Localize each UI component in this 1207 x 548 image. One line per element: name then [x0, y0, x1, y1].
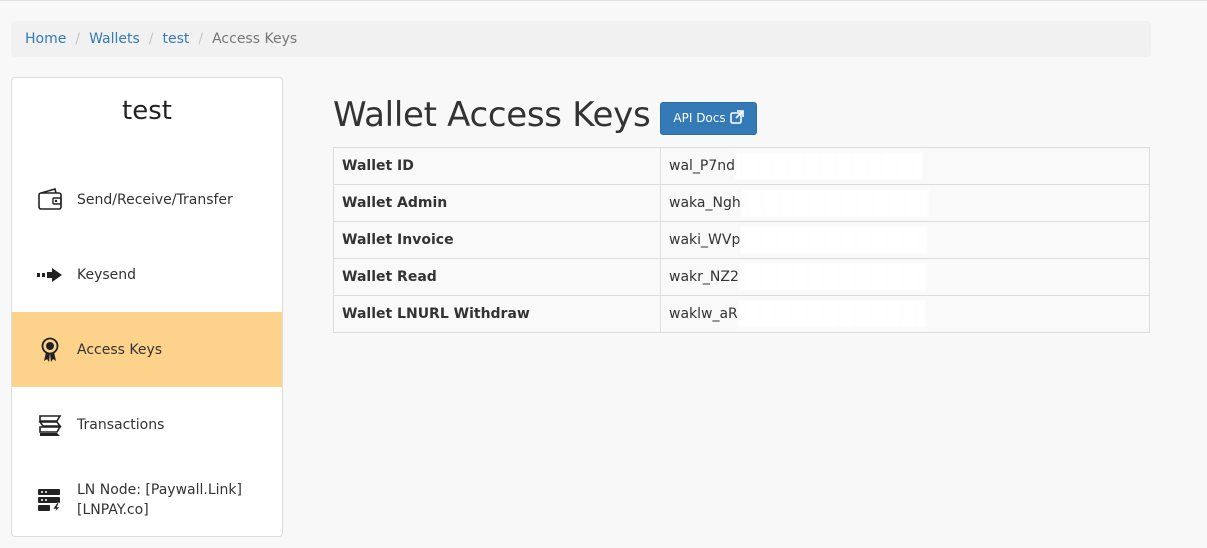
key-value-cell: wal_P7nd — [660, 147, 1150, 185]
stacked-bills-icon — [36, 411, 64, 439]
redaction-blur — [740, 226, 929, 254]
key-badge-icon — [36, 336, 64, 364]
breadcrumb: Home / Wallets / test / Access Keys — [11, 21, 1151, 57]
table-row: Wallet LNURL Withdraw waklw_aR — [333, 295, 1150, 333]
breadcrumb-wallets[interactable]: Wallets — [89, 31, 140, 47]
top-border — [0, 0, 1207, 1]
sidebar-item-ln-node[interactable]: LN Node: [Paywall.Link] [LNPAY.co] — [12, 462, 282, 536]
breadcrumb-current: Access Keys — [212, 31, 298, 47]
sidebar-item-label: Transactions — [77, 416, 165, 433]
arrow-right-icon — [36, 261, 64, 289]
wallet-icon — [36, 186, 64, 214]
sidebar-item-send-receive[interactable]: Send/Receive/Transfer — [12, 162, 282, 237]
sidebar-item-label: Send/Receive/Transfer — [77, 191, 233, 208]
key-name: Wallet Read — [333, 258, 661, 296]
sidebar-item-transactions[interactable]: Transactions — [12, 387, 282, 462]
redaction-blur — [735, 152, 924, 180]
key-value[interactable]: wal_P7nd — [669, 158, 735, 174]
wallet-sidebar: test Send/Receive/Transfer Keysend Acces… — [11, 77, 283, 537]
key-value[interactable]: wakr_NZ2 — [669, 269, 739, 285]
api-docs-label: API Docs — [673, 111, 726, 125]
wallet-name: test — [122, 96, 172, 126]
key-name: Wallet Invoice — [333, 221, 661, 259]
breadcrumb-separator: / — [148, 31, 154, 47]
server-lightning-icon — [36, 486, 64, 514]
access-keys-section: Wallet Access Keys API Docs — [333, 95, 757, 135]
table-row: Wallet Admin waka_Ngh — [333, 184, 1150, 222]
sidebar-item-label: Keysend — [77, 266, 137, 283]
breadcrumb-separator: / — [198, 31, 204, 47]
key-name: Wallet ID — [333, 147, 661, 185]
key-value[interactable]: waklw_aR — [669, 306, 738, 322]
key-value-cell: waka_Ngh — [660, 184, 1150, 222]
redaction-blur — [740, 189, 929, 217]
sidebar-item-keysend[interactable]: Keysend — [12, 237, 282, 312]
breadcrumb-home[interactable]: Home — [25, 31, 66, 47]
table-row: Wallet ID wal_P7nd — [333, 147, 1150, 185]
page-title: Wallet Access Keys — [333, 95, 651, 135]
api-docs-button[interactable]: API Docs — [660, 101, 757, 135]
sidebar-item-access-keys[interactable]: Access Keys — [12, 312, 282, 387]
redaction-blur — [737, 300, 926, 328]
access-keys-table: Wallet ID wal_P7nd Wallet Admin waka_Ngh… — [333, 147, 1150, 333]
table-row: Wallet Invoice waki_WVp — [333, 221, 1150, 259]
key-value-cell: waklw_aR — [660, 295, 1150, 333]
redaction-blur — [738, 263, 927, 291]
sidebar-item-label: Access Keys — [77, 341, 163, 358]
key-value-cell: wakr_NZ2 — [660, 258, 1150, 296]
external-link-icon — [729, 109, 744, 127]
breadcrumb-wallet[interactable]: test — [162, 31, 189, 47]
key-value[interactable]: waki_WVp — [669, 232, 740, 248]
key-value-cell: waki_WVp — [660, 221, 1150, 259]
sidebar-item-label: LN Node: [Paywall.Link] [LNPAY.co] — [77, 481, 242, 518]
table-row: Wallet Read wakr_NZ2 — [333, 258, 1150, 296]
breadcrumb-separator: / — [75, 31, 81, 47]
key-value[interactable]: waka_Ngh — [669, 195, 741, 211]
key-name: Wallet Admin — [333, 184, 661, 222]
key-name: Wallet LNURL Withdraw — [333, 295, 661, 333]
